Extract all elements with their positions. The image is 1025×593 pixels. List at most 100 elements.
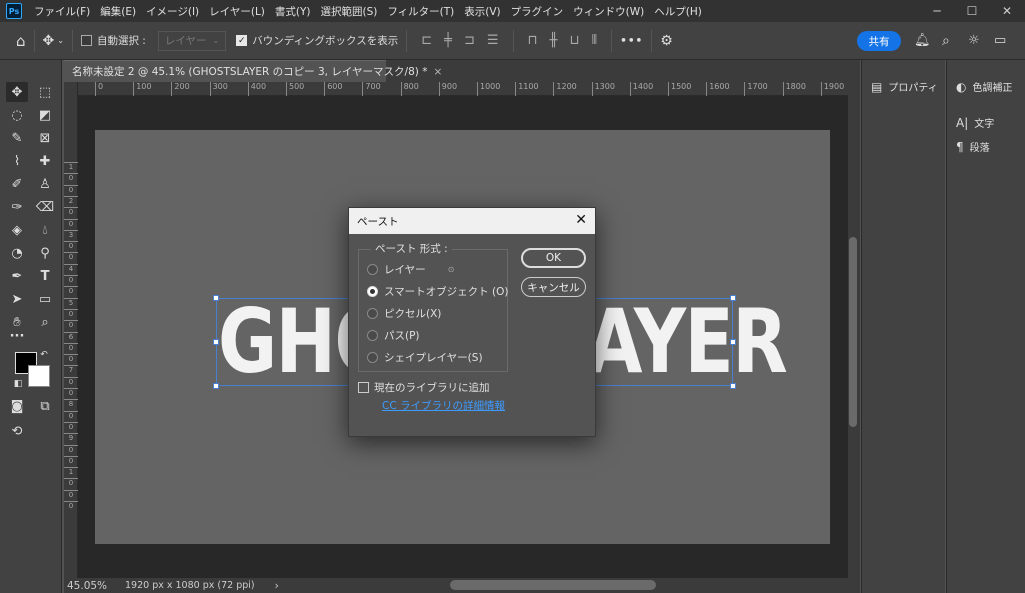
transform-handle[interactable] bbox=[213, 295, 219, 301]
move-tool-icon[interactable]: ✥ bbox=[43, 33, 55, 49]
menu-type[interactable]: 書式(Y) bbox=[271, 4, 317, 19]
transform-handle[interactable] bbox=[213, 339, 219, 345]
menu-edit[interactable]: 編集(E) bbox=[96, 4, 142, 19]
align-right-icon[interactable]: ⊐ bbox=[464, 33, 475, 48]
align-center-h-icon[interactable]: ╪ bbox=[444, 33, 452, 48]
radio-button[interactable] bbox=[367, 308, 378, 319]
object-select-tool-icon[interactable]: ◩ bbox=[34, 105, 56, 125]
chevron-down-icon[interactable]: ⌄ bbox=[57, 36, 64, 45]
search-icon[interactable]: ⌕ bbox=[942, 33, 950, 49]
menu-image[interactable]: イメージ(I) bbox=[142, 4, 205, 19]
crop-tool-icon[interactable]: ✎ bbox=[6, 128, 28, 148]
lightbulb-icon[interactable]: ☼ bbox=[968, 33, 980, 48]
history-brush-tool-icon[interactable]: ✑ bbox=[6, 197, 28, 217]
close-icon[interactable]: ✕ bbox=[575, 212, 587, 228]
document-tab[interactable]: 名称未設定 2 @ 45.1% (GHOSTSLAYER のコピー 3, レイヤ… bbox=[64, 60, 442, 82]
minimize-button[interactable]: ─ bbox=[922, 0, 952, 22]
vertical-scroll-thumb[interactable] bbox=[849, 237, 857, 427]
blur-tool-icon[interactable]: 💧︎ bbox=[34, 220, 56, 240]
cc-library-link[interactable]: CC ライブラリの詳細情報 bbox=[382, 398, 505, 413]
default-colors-icon[interactable]: ◧ bbox=[12, 378, 24, 390]
horizontal-scroll-thumb[interactable] bbox=[450, 580, 656, 590]
screen-mode-icon[interactable]: ⧉ bbox=[34, 396, 56, 416]
paint-bucket-tool-icon[interactable]: ◈ bbox=[6, 220, 28, 240]
checkbox-checked[interactable]: ✓ bbox=[236, 35, 248, 46]
path-select-tool-icon[interactable]: ➤ bbox=[6, 289, 28, 309]
stamp-tool-icon[interactable]: ♙ bbox=[34, 174, 56, 194]
menu-view[interactable]: 表示(V) bbox=[460, 4, 506, 19]
horizontal-ruler[interactable]: 0 100 200 300 400 500 600 700 800 900 1000 1100 1200… bbox=[78, 82, 848, 96]
radio-path[interactable]: パス(P) bbox=[367, 328, 420, 343]
gear-icon[interactable]: ⚙ bbox=[660, 33, 673, 49]
menu-plugins[interactable]: プラグイン bbox=[507, 4, 570, 19]
radio-pixels[interactable]: ピクセル(X) bbox=[367, 306, 441, 321]
transform-handle[interactable] bbox=[213, 383, 219, 389]
home-icon[interactable]: ⌂ bbox=[16, 32, 26, 50]
align-left-icon[interactable]: ⊏ bbox=[421, 33, 432, 48]
vertical-ruler[interactable]: 1002003004005006007008009001000 bbox=[64, 82, 78, 578]
menu-layer[interactable]: レイヤー(L) bbox=[205, 4, 271, 19]
zoom-level[interactable]: 45.05% bbox=[67, 580, 115, 592]
bounding-box-checkbox[interactable]: ✓ バウンディングボックスを表示 bbox=[236, 33, 398, 48]
maximize-button[interactable]: ☐ bbox=[957, 0, 987, 22]
more-tools-icon[interactable]: ··· bbox=[6, 326, 28, 346]
zoom-tool-icon[interactable]: ⌕ bbox=[34, 312, 56, 332]
close-window-button[interactable]: ✕ bbox=[992, 0, 1022, 22]
radio-button[interactable] bbox=[367, 352, 378, 363]
menu-filter[interactable]: フィルター(T) bbox=[383, 4, 460, 19]
radio-shape-layer[interactable]: シェイプレイヤー(S) bbox=[367, 350, 483, 365]
pen-tool-icon[interactable]: ✒ bbox=[6, 266, 28, 286]
paragraph-panel-button[interactable]: ¶ 段落 bbox=[956, 139, 990, 155]
align-top-icon[interactable]: ⊓ bbox=[528, 33, 538, 48]
transform-handle[interactable] bbox=[730, 295, 736, 301]
radio-button-selected[interactable] bbox=[367, 286, 378, 297]
menu-file[interactable]: ファイル(F) bbox=[30, 4, 96, 19]
brush-tool-icon[interactable]: ✐ bbox=[6, 174, 28, 194]
transform-handle[interactable] bbox=[730, 339, 736, 345]
frame-tool-icon[interactable]: ⊠ bbox=[34, 128, 56, 148]
edit-toolbar-icon[interactable]: ⟲ bbox=[6, 421, 28, 441]
properties-panel-button[interactable]: ▤ プロパティ bbox=[871, 79, 938, 95]
swap-colors-icon[interactable]: ↶ bbox=[38, 349, 50, 361]
radio-smart-object[interactable]: スマートオブジェクト (O) bbox=[367, 284, 508, 299]
ok-button[interactable]: OK bbox=[521, 248, 586, 268]
move-tool-icon[interactable]: ✥ bbox=[6, 82, 28, 102]
distribute-h-icon[interactable]: ☰ bbox=[487, 33, 499, 48]
eyedropper-tool-icon[interactable]: ⌇ bbox=[6, 151, 28, 171]
more-options-icon[interactable]: ••• bbox=[620, 35, 643, 47]
checkbox-box[interactable] bbox=[358, 382, 369, 393]
background-color-swatch[interactable] bbox=[28, 365, 50, 387]
align-middle-v-icon[interactable]: ╫ bbox=[550, 33, 558, 48]
divider bbox=[651, 29, 653, 52]
radio-button[interactable] bbox=[367, 330, 378, 341]
bell-icon[interactable]: 🔔︎ bbox=[914, 33, 931, 48]
dodge-tool-icon[interactable]: ◔ bbox=[6, 243, 28, 263]
align-bottom-icon[interactable]: ⊔ bbox=[569, 33, 579, 48]
menu-window[interactable]: ウィンドウ(W) bbox=[569, 4, 650, 19]
marquee-tool-icon[interactable]: ⬚ bbox=[34, 82, 56, 102]
cancel-button[interactable]: キャンセル bbox=[521, 277, 586, 297]
radio-button[interactable] bbox=[367, 264, 378, 275]
menu-help[interactable]: ヘルプ(H) bbox=[650, 4, 708, 19]
distribute-v-icon[interactable]: ⫴ bbox=[592, 33, 597, 48]
adjustments-panel-button[interactable]: ◐ 色調補正 bbox=[956, 79, 1012, 95]
radio-layer[interactable]: レイヤー ⊙ bbox=[367, 262, 454, 277]
close-tab-icon[interactable]: × bbox=[433, 66, 442, 78]
rectangle-tool-icon[interactable]: ▭ bbox=[34, 289, 56, 309]
add-to-library-checkbox[interactable]: 現在のライブラリに追加 bbox=[358, 380, 490, 395]
eraser-tool-icon[interactable]: ⌫ bbox=[34, 197, 56, 217]
auto-select-checkbox[interactable]: 自動選択 : bbox=[80, 33, 146, 48]
quick-mask-icon[interactable]: ◙ bbox=[6, 396, 28, 416]
lasso-tool-icon[interactable]: ◌ bbox=[6, 105, 28, 125]
healing-brush-tool-icon[interactable]: ✚ bbox=[34, 151, 56, 171]
workspace-icon[interactable]: ▭ bbox=[994, 33, 1006, 48]
character-panel-button[interactable]: A| 文字 bbox=[956, 115, 994, 131]
checkbox-box[interactable] bbox=[80, 35, 92, 46]
auto-select-dropdown[interactable]: レイヤー ⌄ bbox=[157, 30, 227, 51]
menu-select[interactable]: 選択範囲(S) bbox=[317, 4, 384, 19]
type-tool-icon[interactable]: T bbox=[34, 266, 56, 286]
zoom-lens-tool-icon[interactable]: ⚲ bbox=[34, 243, 56, 263]
transform-handle[interactable] bbox=[730, 383, 736, 389]
status-menu-arrow[interactable]: › bbox=[275, 580, 279, 592]
share-button[interactable]: 共有 bbox=[857, 31, 901, 51]
